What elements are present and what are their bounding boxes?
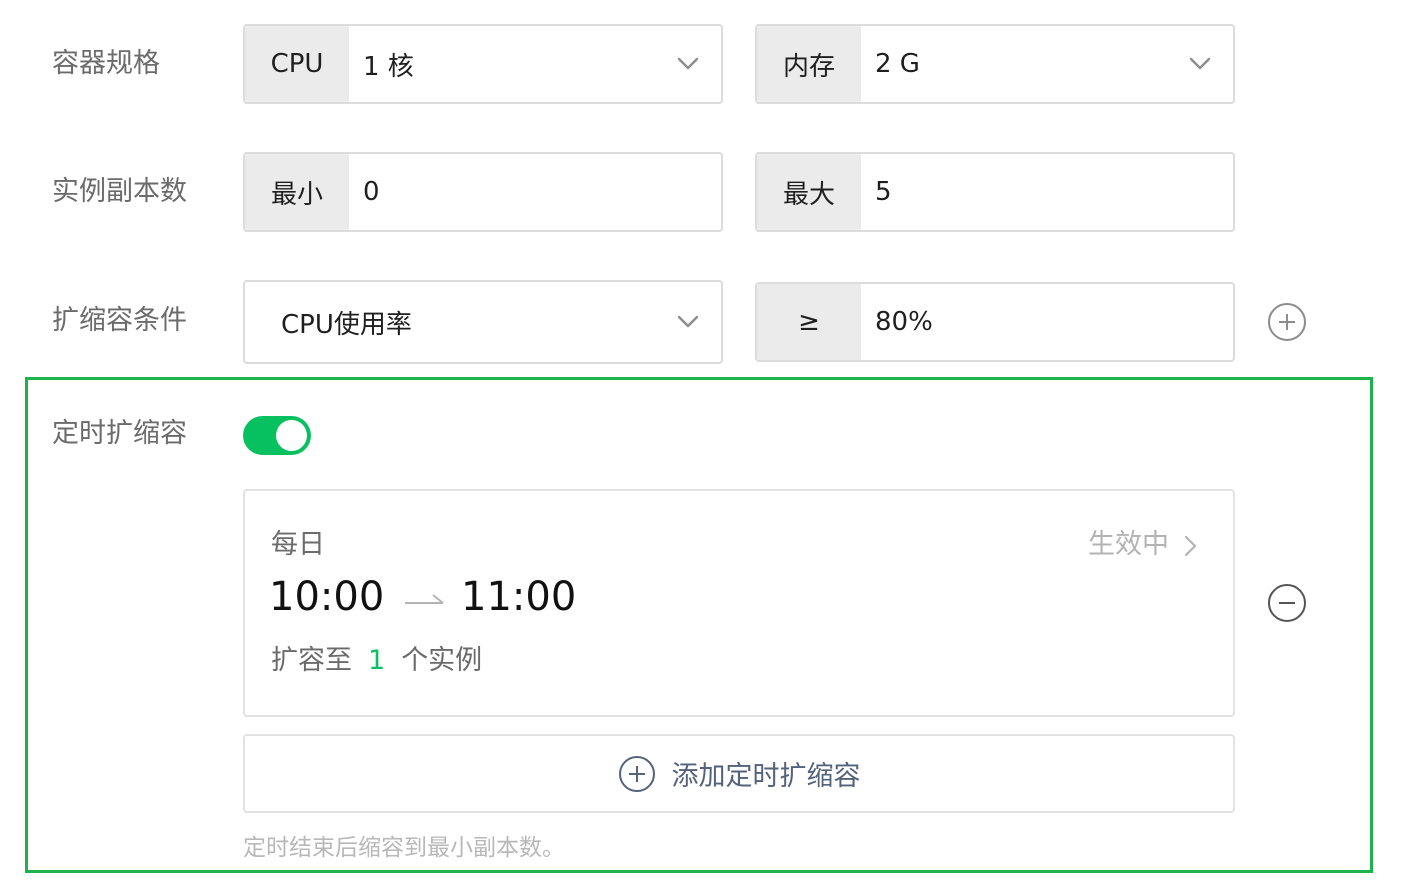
chevron-right-icon[interactable] xyxy=(1183,535,1197,557)
condition-label: 扩缩容条件 xyxy=(52,305,187,336)
threshold-value: 80% xyxy=(875,307,933,337)
min-replicas-input[interactable]: 最小 0 xyxy=(243,152,723,232)
chevron-down-icon xyxy=(1189,57,1211,70)
toggle-knob xyxy=(276,420,307,451)
rule-scale-text: 扩容至 1 个实例 xyxy=(271,645,482,677)
scheduled-toggle[interactable] xyxy=(243,416,311,455)
autoscale-form: 容器规格 CPU 1 核 内存 2 G 实例副本数 最小 0 最大 5 扩缩容条… xyxy=(0,0,1414,892)
plus-circle-icon xyxy=(618,755,655,792)
scale-prefix: 扩容至 xyxy=(271,645,352,676)
memory-addon: 内存 xyxy=(757,26,861,102)
min-replicas-value: 0 xyxy=(363,177,380,207)
container-spec-label: 容器规格 xyxy=(52,48,160,79)
chevron-down-icon xyxy=(677,57,699,70)
chevron-down-icon xyxy=(677,315,699,328)
cpu-value: 1 核 xyxy=(363,51,414,82)
scheduled-hint: 定时结束后缩容到最小副本数。 xyxy=(243,835,565,861)
max-replicas-value: 5 xyxy=(875,177,892,207)
replicas-label: 实例副本数 xyxy=(52,176,187,207)
add-schedule-label: 添加定时扩缩容 xyxy=(671,761,861,792)
max-replicas-input[interactable]: 最大 5 xyxy=(755,152,1235,232)
scheduled-label: 定时扩缩容 xyxy=(52,418,187,449)
memory-value: 2 G xyxy=(875,49,920,79)
threshold-input[interactable]: ≥ 80% xyxy=(755,282,1235,362)
arrow-right-icon xyxy=(405,594,444,604)
rule-frequency: 每日 xyxy=(271,529,325,560)
rule-status[interactable]: 生效中 xyxy=(1088,529,1169,561)
cpu-addon: CPU xyxy=(245,26,349,102)
add-schedule-button[interactable]: 添加定时扩缩容 xyxy=(243,734,1235,813)
metric-select[interactable]: CPU使用率 xyxy=(243,280,723,364)
rule-start-time: 10:00 xyxy=(269,574,385,620)
rule-end-time: 11:00 xyxy=(461,574,577,620)
cpu-select[interactable]: CPU 1 核 xyxy=(243,24,723,104)
memory-select[interactable]: 内存 2 G xyxy=(755,24,1235,104)
minus-circle-icon[interactable] xyxy=(1267,583,1307,623)
scale-suffix: 个实例 xyxy=(401,645,483,676)
operator-addon: ≥ xyxy=(757,284,861,360)
schedule-rule-card[interactable]: 每日 生效中 10:00 11:00 扩容至 1 个实例 xyxy=(243,489,1235,717)
max-addon: 最大 xyxy=(757,154,861,230)
plus-circle-icon[interactable] xyxy=(1267,302,1307,342)
min-addon: 最小 xyxy=(245,154,349,230)
metric-value: CPU使用率 xyxy=(281,309,412,340)
scale-instance-count: 1 xyxy=(368,645,386,676)
